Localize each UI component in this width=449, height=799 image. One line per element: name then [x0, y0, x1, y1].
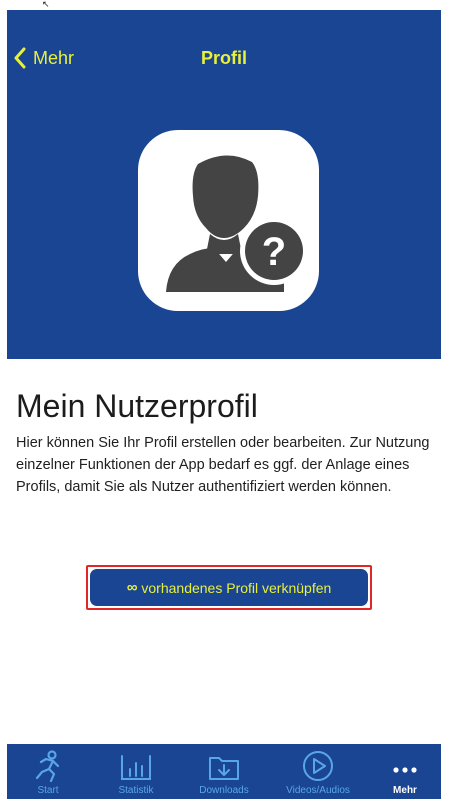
- section-heading: Mein Nutzerprofil: [16, 388, 258, 424]
- bar-chart-icon: [121, 755, 151, 780]
- tab-label: Videos/Audios: [286, 785, 350, 796]
- tab-start[interactable]: Start: [15, 744, 81, 799]
- tab-bar: Start Statistik Downloads Videos/Audios …: [7, 744, 441, 799]
- page-title: Profil: [200, 48, 247, 68]
- tab-mehr[interactable]: Mehr: [379, 744, 431, 799]
- play-circle-icon: [303, 751, 333, 781]
- svg-text:?: ?: [262, 230, 286, 274]
- tab-label: Downloads: [199, 785, 249, 796]
- runner-icon: [35, 750, 60, 782]
- tab-downloads[interactable]: Downloads: [183, 744, 265, 799]
- download-folder-icon: [209, 757, 239, 780]
- unknown-user-icon: ?: [166, 155, 308, 292]
- link-profile-button[interactable]: ∞ vorhandenes Profil verknüpfen: [90, 569, 368, 606]
- tab-videos-audios[interactable]: Videos/Audios: [273, 744, 363, 799]
- header: Mehr Profil ?: [7, 10, 441, 359]
- avatar: ?: [138, 130, 319, 311]
- cursor-icon: ↖: [42, 0, 50, 9]
- tab-label: Start: [37, 785, 59, 796]
- tab-label: Statistik: [118, 785, 154, 796]
- status-bar: ↖: [0, 0, 449, 10]
- tab-label: Mehr: [393, 785, 417, 796]
- link-icon: ∞: [126, 579, 138, 596]
- link-profile-label: vorhandenes Profil verknüpfen: [141, 579, 332, 596]
- more-dots-icon: [393, 767, 417, 773]
- description-text: Hier können Sie Ihr Profil erstellen ode…: [16, 435, 430, 495]
- tab-statistik[interactable]: Statistik: [99, 744, 173, 799]
